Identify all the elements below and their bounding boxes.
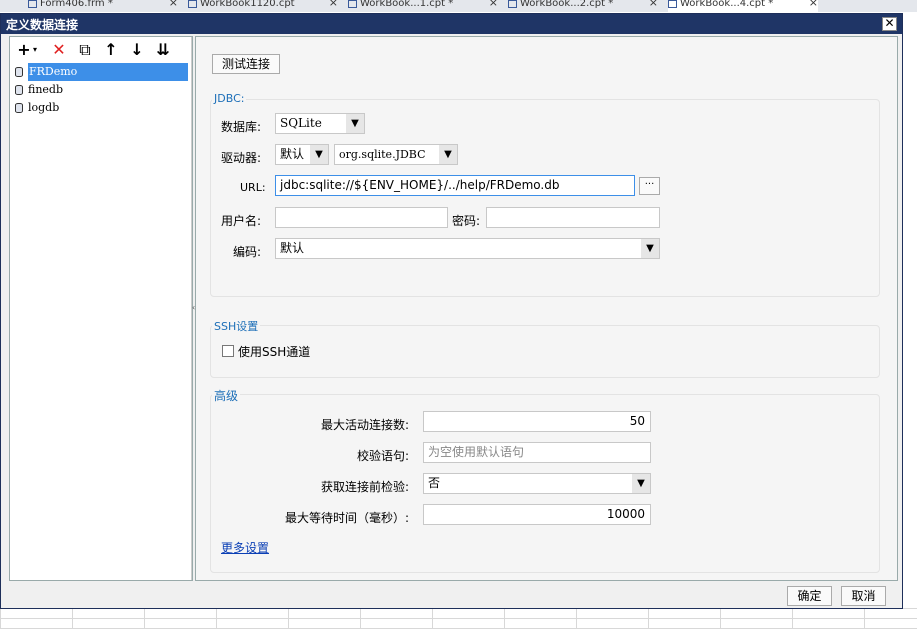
close-icon[interactable]: ✕ [882,17,897,31]
driver-class-value: org.sqlite.JDBC [339,148,426,161]
tab-label: WorkBook1120.cpt [200,0,295,9]
connection-toolbar: + ▾ ✕ ⧉ ↑ ↓ ⇊ [10,37,192,62]
tab-close-icon[interactable]: × [809,0,818,8]
driver-label: 驱动器: [221,151,262,165]
workbook-icon [668,0,677,8]
test-before-label: 获取连接前检验: [321,480,410,494]
database-value: SQLite [280,116,322,130]
data-connection-dialog: 定义数据连接 ✕ + ▾ ✕ ⧉ ↑ ↓ ⇊ FRDemo finedb log… [0,13,903,609]
driver-mode-value: 默认 [280,147,305,161]
database-icon [15,67,23,77]
connection-list: FRDemo finedb logdb [10,63,190,117]
tab-close-icon[interactable]: × [649,0,658,8]
database-label: 数据库: [221,120,262,134]
tab-workbook-2[interactable]: WorkBook...2.cpt * × [508,0,658,12]
chevron-down-icon: ▼ [346,114,364,133]
sheet-grid [0,608,917,629]
delete-icon[interactable]: ✕ [50,41,68,59]
connection-settings: 测试连接 JDBC: 数据库: SQLite ▼ 驱动器: 默认 ▼ org.s… [195,36,898,581]
jdbc-group-title: JDBC: [212,92,247,105]
ok-button[interactable]: 确定 [787,586,832,606]
tab-label: WorkBook...4.cpt * [680,0,774,9]
password-input[interactable] [486,207,660,228]
max-active-label: 最大活动连接数: [321,418,410,432]
dialog-title: 定义数据连接 [6,18,79,32]
test-before-value: 否 [428,476,441,490]
validation-label: 校验语句: [357,449,410,463]
username-input[interactable] [275,207,448,228]
tab-workbook-4[interactable]: WorkBook...4.cpt * × [668,0,818,12]
list-item-label: logdb [28,101,60,114]
url-more-button[interactable]: ··· [639,177,660,195]
add-dropdown-icon[interactable]: ▾ [30,41,40,59]
cancel-button[interactable]: 取消 [841,586,886,606]
username-label: 用户名: [221,214,262,228]
list-item-logdb[interactable]: logdb [10,99,190,117]
tab-workbook1120[interactable]: WorkBook1120.cpt × [188,0,338,12]
list-item-finedb[interactable]: finedb [10,81,190,99]
test-connection-button[interactable]: 测试连接 [212,54,280,74]
max-active-input[interactable]: 50 [423,411,651,432]
tab-label: WorkBook...1.cpt * [360,0,454,9]
tab-close-icon[interactable]: × [489,0,498,8]
tab-close-icon[interactable]: × [169,0,178,8]
test-before-select[interactable]: 否 ▼ [423,473,651,494]
list-item-label: FRDemo [28,63,188,81]
more-settings-link[interactable]: 更多设置 [221,539,269,556]
list-item-label: finedb [28,83,64,96]
database-icon [15,85,23,95]
tab-label: WorkBook...2.cpt * [520,0,614,9]
workbook-icon [188,0,197,8]
connection-panel: + ▾ ✕ ⧉ ↑ ↓ ⇊ FRDemo finedb logdb ‹ [9,36,195,581]
url-label: URL: [240,181,266,194]
tab-workbook-1[interactable]: WorkBook...1.cpt * × [348,0,498,12]
use-ssh-checkbox[interactable] [222,345,234,357]
encoding-select[interactable]: 默认 ▼ [275,238,660,259]
tab-label: Form406.frm * [40,0,113,9]
workbook-icon [348,0,357,8]
max-wait-input[interactable]: 10000 [423,504,651,525]
list-item-frdemo[interactable]: FRDemo [10,63,190,81]
advanced-group-title: 高级 [212,387,241,404]
move-down-icon[interactable]: ↓ [128,41,146,59]
tab-form406[interactable]: Form406.frm * × [28,0,178,12]
chevron-down-icon: ▼ [641,239,659,258]
form-icon [28,0,37,8]
copy-icon[interactable]: ⧉ [76,41,94,59]
password-label: 密码: [452,214,481,228]
sort-icon[interactable]: ⇊ [154,41,172,59]
max-wait-label: 最大等待时间（毫秒）: [285,511,410,525]
workbook-icon [508,0,517,8]
editor-tab-bar: Form406.frm * × WorkBook1120.cpt × WorkB… [0,0,917,12]
chevron-down-icon: ▼ [632,474,650,493]
ssh-group [210,325,880,378]
move-up-icon[interactable]: ↑ [102,41,120,59]
driver-mode-select[interactable]: 默认 ▼ [275,144,329,165]
encoding-label: 编码: [233,245,262,259]
tab-close-icon[interactable]: × [329,0,338,8]
chevron-down-icon: ▼ [310,145,328,164]
database-icon [15,103,23,113]
use-ssh-label[interactable]: 使用SSH通道 [238,343,310,360]
database-select[interactable]: SQLite ▼ [275,113,365,134]
chevron-down-icon: ▼ [439,145,457,164]
encoding-value: 默认 [280,241,305,255]
dialog-titlebar: 定义数据连接 ✕ [1,14,902,34]
ssh-group-title: SSH设置 [212,318,261,334]
url-input[interactable]: jdbc:sqlite://${ENV_HOME}/../help/FRDemo… [275,175,635,196]
validation-input[interactable]: 为空使用默认语句 [423,442,651,463]
driver-class-select[interactable]: org.sqlite.JDBC ▼ [334,144,458,165]
